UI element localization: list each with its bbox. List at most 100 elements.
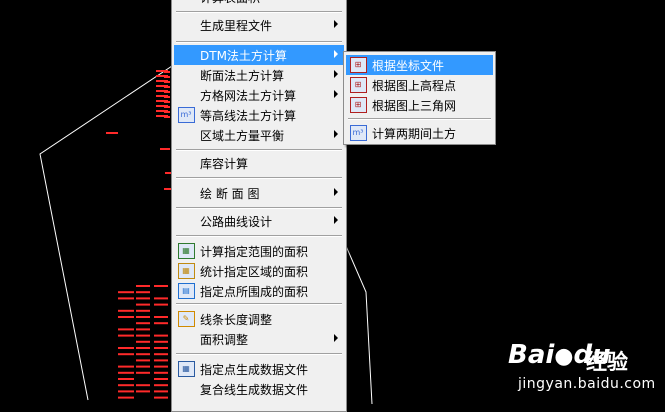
- empty-icon-slot: [176, 0, 196, 6]
- main_menu-item-0[interactable]: 计算表面积: [174, 0, 344, 7]
- submenu-arrow-icon: [334, 216, 338, 224]
- survey-point-mark: [164, 116, 170, 118]
- main_menu-item-7[interactable]: 库容计算: [174, 153, 344, 173]
- survey-point-mark: [154, 371, 168, 374]
- main_menu-item-label: 指定点生成数据文件: [200, 362, 309, 377]
- survey-point-mark: [136, 384, 150, 387]
- area-stat-icon: ▦: [176, 262, 196, 280]
- triangle-net-icon: ⊞: [348, 96, 368, 114]
- baidu-jingyan-watermark: Bai●du 经验 jingyan.baidu.com: [508, 340, 658, 400]
- main_menu-item-12[interactable]: ▤ 指定点所围成的面积: [174, 281, 344, 301]
- empty-icon-slot: [176, 66, 196, 84]
- main_menu-item-9[interactable]: 公路曲线设计: [174, 211, 344, 231]
- main_menu-item-14[interactable]: 面积调整: [174, 329, 344, 349]
- main_menu-item-10[interactable]: ▦ 计算指定范围的面积: [174, 241, 344, 261]
- main_menu-item-label: 生成里程文件: [200, 18, 273, 33]
- menu-separator: [176, 177, 342, 179]
- survey-point-mark: [118, 371, 134, 374]
- empty-icon-slot: [176, 330, 196, 348]
- empty-icon-slot: [176, 46, 196, 64]
- survey-point-mark: [154, 378, 168, 380]
- empty-icon-slot: [176, 184, 196, 202]
- sub_menu-item-0[interactable]: ⊞ 根据坐标文件: [346, 55, 493, 75]
- survey-point-mark: [118, 384, 134, 387]
- elevation-points-icon: ⊞: [348, 76, 368, 94]
- dtm-submenu: ⊞ 根据坐标文件 ⊞ 根据图上高程点 ⊞ 根据图上三角网 m³ 计算两期间土方: [343, 51, 496, 145]
- survey-point-mark: [164, 96, 170, 98]
- sub_menu-item-3[interactable]: m³ 计算两期间土方: [346, 123, 493, 143]
- main_menu-item-13[interactable]: ✎ 线条长度调整: [174, 309, 344, 329]
- submenu-arrow-icon: [334, 188, 338, 196]
- survey-point-mark: [136, 347, 150, 349]
- line-length-icon: ✎: [176, 310, 196, 328]
- main_menu-item-label: 等高线法土方计算: [200, 108, 297, 123]
- survey-point-mark: [118, 347, 134, 349]
- survey-point-mark: [164, 86, 170, 88]
- survey-point-mark: [136, 334, 150, 337]
- main_menu-item-label: 计算指定范围的面积: [200, 244, 309, 259]
- survey-point-mark: [154, 334, 168, 337]
- main_menu-item-label: 方格网法土方计算: [200, 88, 297, 103]
- survey-point-mark: [118, 297, 134, 300]
- sub_menu-item-label: 根据坐标文件: [372, 58, 445, 73]
- survey-point-mark: [136, 390, 150, 393]
- survey-point-mark: [118, 334, 134, 337]
- survey-point-mark: [118, 316, 134, 318]
- empty-icon-slot: [176, 380, 196, 398]
- survey-point-mark: [154, 353, 168, 356]
- main_menu-item-label: 断面法土方计算: [200, 68, 285, 83]
- contour-volume-icon: m³: [176, 106, 196, 124]
- main_menu-item-6[interactable]: 区域土方量平衡: [174, 125, 344, 145]
- survey-point-mark: [136, 328, 150, 331]
- survey-point-mark: [136, 353, 150, 356]
- survey-point-mark: [154, 303, 168, 306]
- sub_menu-item-1[interactable]: ⊞ 根据图上高程点: [346, 75, 493, 95]
- main_menu-item-8[interactable]: 绘 断 面 图: [174, 183, 344, 203]
- main-context-menu: 计算表面积生成里程文件 DTM法土方计算断面法土方计算方格网法土方计算 m³ 等高线法…: [171, 0, 347, 412]
- main_menu-item-16[interactable]: 复合线生成数据文件: [174, 379, 344, 399]
- main_menu-item-4[interactable]: 方格网法土方计算: [174, 85, 344, 105]
- menu-separator: [176, 41, 342, 43]
- survey-point-mark: [154, 365, 168, 368]
- survey-point-mark: [136, 297, 150, 300]
- main_menu-item-label: 复合线生成数据文件: [200, 382, 309, 397]
- main_menu-item-15[interactable]: ▦ 指定点生成数据文件: [174, 359, 344, 379]
- main_menu-item-5[interactable]: m³ 等高线法土方计算: [174, 105, 344, 125]
- submenu-arrow-icon: [334, 20, 338, 28]
- main_menu-item-label: 统计指定区域的面积: [200, 264, 309, 279]
- empty-icon-slot: [176, 212, 196, 230]
- survey-point-mark: [118, 378, 134, 380]
- survey-point-mark: [160, 148, 170, 150]
- point-data-icon: ▦: [176, 360, 196, 378]
- survey-point-mark: [164, 76, 170, 78]
- survey-point-mark: [136, 316, 150, 318]
- submenu-arrow-icon: [334, 70, 338, 78]
- submenu-arrow-icon: [334, 90, 338, 98]
- survey-point-mark: [118, 328, 134, 331]
- menu-separator: [176, 235, 342, 237]
- sub_menu-item-label: 计算两期间土方: [372, 126, 457, 141]
- main_menu-item-label: 面积调整: [200, 332, 249, 347]
- survey-point-mark: [164, 106, 170, 108]
- survey-point-mark: [118, 291, 134, 294]
- main_menu-item-11[interactable]: ▦ 统计指定区域的面积: [174, 261, 344, 281]
- main_menu-item-label: 区域土方量平衡: [200, 128, 285, 143]
- main_menu-item-2[interactable]: DTM法土方计算: [174, 45, 344, 65]
- menu-separator: [348, 118, 491, 120]
- survey-point-mark: [154, 396, 168, 399]
- main_menu-item-label: 线条长度调整: [200, 312, 273, 327]
- sub_menu-item-label: 根据图上高程点: [372, 78, 457, 93]
- empty-icon-slot: [176, 126, 196, 144]
- sub_menu-item-2[interactable]: ⊞ 根据图上三角网: [346, 95, 493, 115]
- survey-point-mark: [164, 71, 170, 73]
- survey-point-mark: [136, 322, 150, 325]
- area-range-icon: ▦: [176, 242, 196, 260]
- empty-icon-slot: [176, 154, 196, 172]
- main_menu-item-label: DTM法土方计算: [200, 48, 287, 63]
- survey-point-mark: [118, 390, 134, 393]
- survey-point-mark: [164, 81, 170, 83]
- main_menu-item-label: 库容计算: [200, 156, 249, 171]
- main_menu-item-3[interactable]: 断面法土方计算: [174, 65, 344, 85]
- main_menu-item-1[interactable]: 生成里程文件: [174, 15, 344, 35]
- survey-point-mark: [154, 297, 168, 300]
